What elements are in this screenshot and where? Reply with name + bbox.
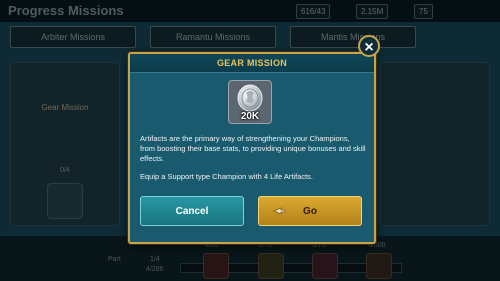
reward-amount: 20K (240, 111, 260, 122)
reward-slot (203, 253, 229, 279)
mission-card-reward (47, 183, 83, 219)
resource-gems: 75 (414, 4, 433, 19)
resource-energy: 616/43 (296, 4, 331, 19)
screen-title: Progress Missions (8, 3, 124, 18)
tab-ramantu: Ramantu Missions (150, 26, 276, 48)
pointing-hand-icon (273, 207, 286, 215)
part-value-1: 1/4 (150, 256, 160, 263)
close-button[interactable]: × (358, 35, 380, 57)
part-label: Part (108, 256, 121, 263)
resource-silver: 2.15M (356, 4, 389, 19)
top-bar: Progress Missions 616/43 2.15M 75 (0, 0, 500, 22)
mission-card: Gear Mission 0/4 (10, 62, 120, 226)
tab-mantis: Mantis Missions (290, 26, 416, 48)
reward-slot (258, 253, 284, 279)
reward-item: 20K (228, 80, 272, 124)
mission-objective: Equip a Support type Champion with 4 Lif… (140, 172, 314, 181)
part-value-2: 4/286 (146, 266, 164, 273)
reward-slot (366, 253, 392, 279)
close-x-icon: × (364, 39, 374, 56)
mission-card-right (380, 62, 490, 226)
go-button-label: Go (303, 206, 317, 217)
reward-slot (312, 253, 338, 279)
mission-description: Artifacts are the primary way of strengt… (140, 134, 366, 190)
dialog-title: GEAR MISSION (216, 58, 288, 68)
dialog-header: GEAR MISSION (130, 54, 374, 73)
mission-card-count: 0/4 (60, 167, 70, 174)
mission-card-title: Gear Mission (41, 103, 89, 112)
tab-arbiter: Arbiter Missions (10, 26, 136, 48)
cancel-button-label: Cancel (175, 206, 209, 217)
go-button[interactable]: Go (258, 196, 362, 226)
gear-mission-dialog: GEAR MISSION 20K Artifacts are the prima… (128, 52, 376, 244)
cancel-button[interactable]: Cancel (140, 196, 244, 226)
description-paragraph: Artifacts are the primary way of strengt… (140, 134, 366, 163)
